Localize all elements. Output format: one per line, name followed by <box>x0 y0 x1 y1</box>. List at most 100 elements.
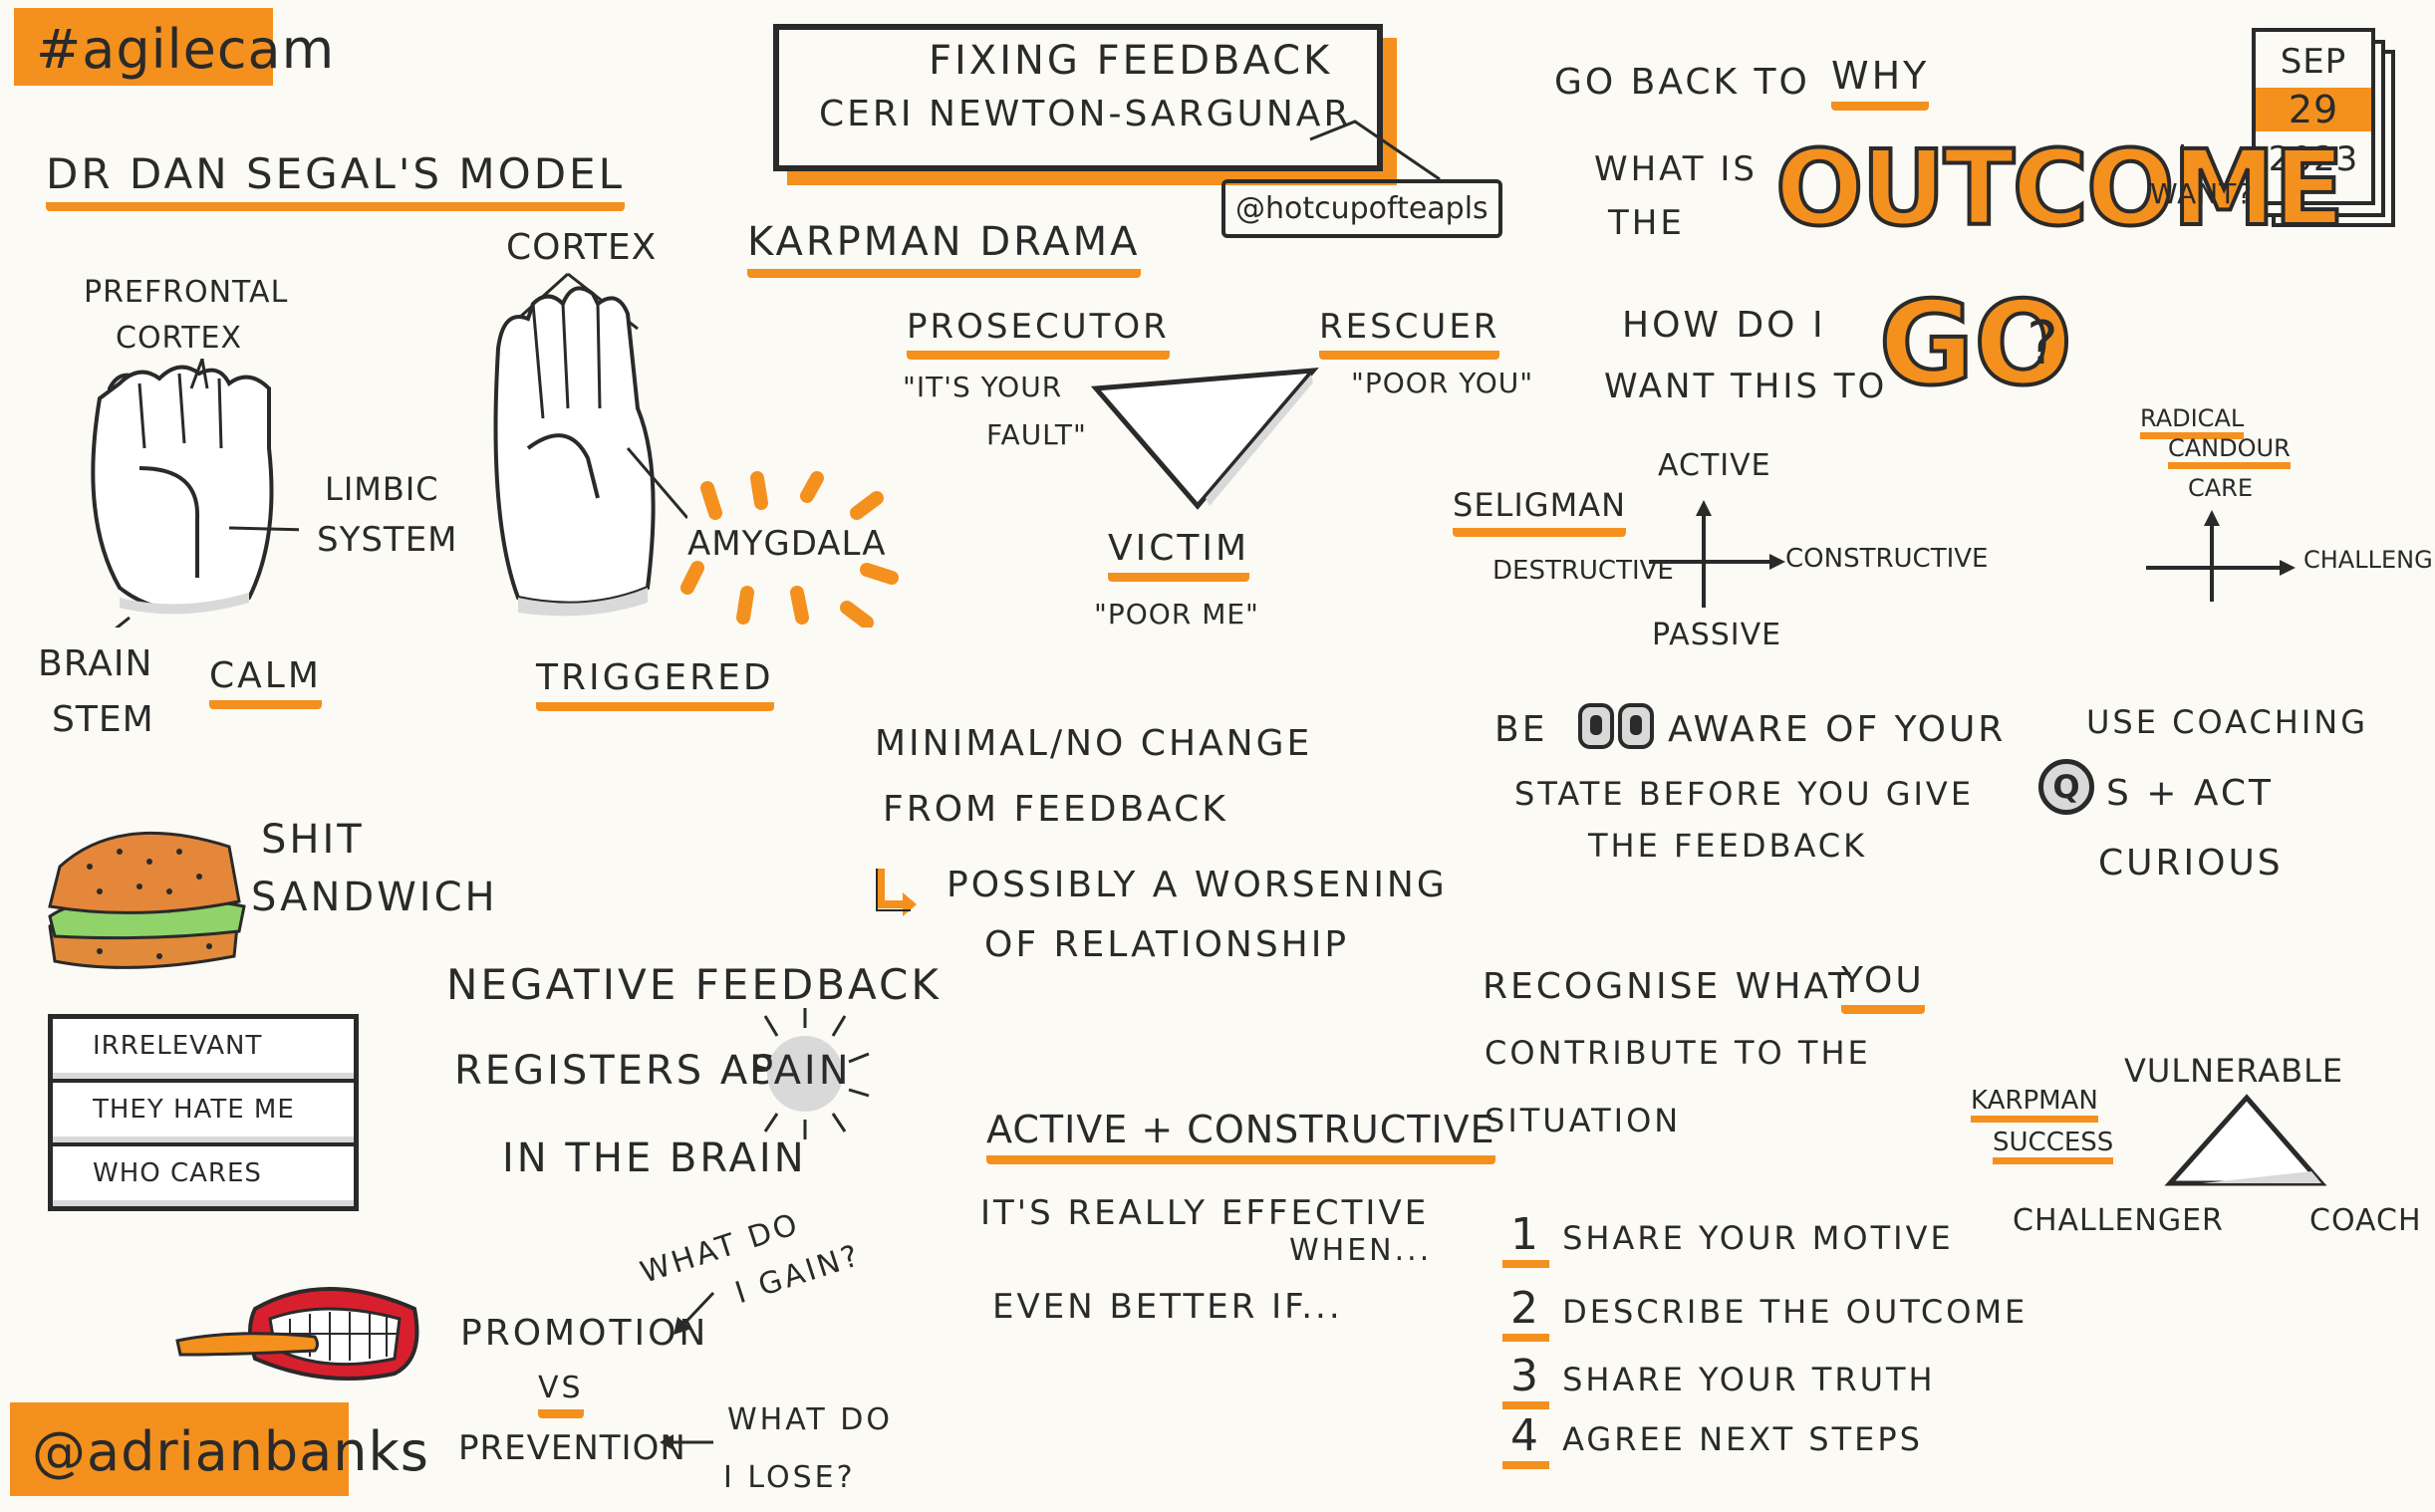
recognise-line-2: CONTRIBUTE TO THE <box>1485 1034 1871 1072</box>
lose-line-1: WHAT DO <box>727 1402 893 1437</box>
step-2: 2 DESCRIBE THE OUTCOME <box>1502 1283 2029 1342</box>
title-box: FIXING FEEDBACK CERI NEWTON-SARGUNAR <box>773 24 1383 171</box>
sandwich-label-1: SHIT <box>261 817 365 863</box>
hashtag-tag: #agilecam <box>14 8 334 86</box>
promotion-text: PROMOTION <box>460 1313 709 1354</box>
ks-coach: COACH <box>2309 1203 2422 1238</box>
list-item: WHO CARES <box>53 1146 354 1206</box>
step-text: SHARE YOUR TRUTH <box>1562 1361 1936 1398</box>
the-text: THE <box>1608 203 1685 243</box>
step-text: AGREE NEXT STEPS <box>1562 1420 1923 1458</box>
radical-challenge: CHALLENGE <box>2303 546 2435 574</box>
cortex-small-label: CORTEX <box>116 321 243 356</box>
list-item: IRRELEVANT <box>53 1019 354 1083</box>
want-this-to-text: WANT THIS TO <box>1604 367 1888 406</box>
step-1: 1 SHARE YOUR MOTIVE <box>1502 1209 1954 1268</box>
list-item: THEY HATE ME <box>53 1083 354 1146</box>
triggered-label: TRIGGERED <box>536 657 774 711</box>
minimal-line-4: OF RELATIONSHIP <box>984 924 1350 965</box>
prevention-text: PREVENTION <box>458 1428 686 1468</box>
hand-fist-icon <box>91 359 299 628</box>
step-4: 4 AGREE NEXT STEPS <box>1502 1410 1923 1469</box>
sandwich-label-2: SANDWICH <box>251 875 498 920</box>
sandwich-icon <box>48 831 246 969</box>
q-letter: Q <box>2052 768 2080 806</box>
step-text: DESCRIBE THE OUTCOME <box>1562 1293 2029 1331</box>
radical-axes <box>2146 510 2296 602</box>
go-qmark: ? <box>2027 309 2061 378</box>
victim-quote: "POOR ME" <box>1094 598 1259 630</box>
cortex-label: CORTEX <box>506 227 658 268</box>
return-arrow-icon <box>876 869 917 916</box>
step-number: 1 <box>1502 1209 1549 1268</box>
hashtag-text: #agilecam <box>36 18 336 81</box>
rescuer-quote: "POOR YOU" <box>1351 367 1534 399</box>
eyes-icon <box>1578 703 1656 751</box>
what-is-text: WHAT IS <box>1594 149 1758 189</box>
ac-line-1: IT'S REALLY EFFECTIVE <box>980 1193 1430 1233</box>
step-text: SHARE YOUR MOTIVE <box>1562 1219 1954 1257</box>
ks-challenger: CHALLENGER <box>2013 1203 2224 1238</box>
outcome-text: OUTCOME <box>1773 126 2346 251</box>
prosecutor-quote-1: "IT'S YOUR <box>903 371 1063 403</box>
radical-heading-2: CANDOUR <box>2168 434 2291 469</box>
author-text: @adrianbanks <box>32 1420 429 1483</box>
system-label: SYSTEM <box>317 520 458 560</box>
list-item-text: THEY HATE ME <box>93 1095 295 1125</box>
brain-label: BRAIN <box>38 643 153 684</box>
step-number: 3 <box>1502 1351 1549 1409</box>
aware-text: AWARE OF YOUR <box>1668 709 2007 750</box>
recognise-line-3: SITUATION <box>1485 1102 1682 1139</box>
negative-line-2: REGISTERS AS <box>454 1048 779 1094</box>
calendar-month: SEP <box>2280 42 2347 82</box>
ks-heading-1: KARPMAN <box>1971 1086 2098 1123</box>
step-number: 4 <box>1502 1410 1549 1469</box>
list-item-text: WHO CARES <box>93 1158 262 1188</box>
limbic-label: LIMBIC <box>325 470 439 508</box>
seligman-axes <box>1649 500 1785 608</box>
negative-line-1: NEGATIVE FEEDBACK <box>446 960 942 1009</box>
prefrontal-label: PREFRONTAL <box>84 275 289 310</box>
seligman-active: ACTIVE <box>1658 448 1771 483</box>
calm-label: CALM <box>209 655 322 709</box>
lose-arrow <box>660 1434 713 1450</box>
reactions-list: IRRELEVANT THEY HATE ME WHO CARES <box>48 1014 359 1211</box>
prosecutor-label: PROSECUTOR <box>907 307 1170 360</box>
vs-text: VS <box>538 1371 584 1418</box>
karpman-triangle <box>1090 368 1319 510</box>
author-tag: @adrianbanks <box>10 1402 428 1496</box>
coaching-line-3: CURIOUS <box>2098 843 2284 883</box>
aware-line-2: STATE BEFORE YOU GIVE <box>1514 775 1975 813</box>
step-number: 2 <box>1502 1283 1549 1342</box>
speaker-handle: @hotcupofteapls <box>1221 179 1502 238</box>
list-item-text: IRRELEVANT <box>93 1031 263 1061</box>
step-3: 3 SHARE YOUR TRUTH <box>1502 1351 1936 1409</box>
siegel-heading: DR DAN SEGAL'S MODEL <box>46 149 625 211</box>
seligman-constructive: CONSTRUCTIVE <box>1785 544 1989 574</box>
aware-line-3: THE FEEDBACK <box>1588 827 1868 865</box>
rescuer-label: RESCUER <box>1319 307 1500 360</box>
minimal-line-3: POSSIBLY A WORSENING <box>947 865 1448 905</box>
pain-text: PAIN <box>749 1048 852 1094</box>
karpman-heading: KARPMAN DRAMA <box>747 219 1141 278</box>
ks-heading-2: SUCCESS <box>1993 1128 2114 1164</box>
calendar-day: 29 <box>2256 88 2371 131</box>
negative-line-3: IN THE BRAIN <box>502 1135 807 1181</box>
why-text: WHY <box>1831 54 1930 111</box>
ac-line-1b: WHEN... <box>1289 1233 1433 1268</box>
how-do-i-text: HOW DO I <box>1622 305 1826 346</box>
seligman-passive: PASSIVE <box>1652 618 1782 652</box>
amygdala-label: AMYGDALA <box>687 524 887 564</box>
victim-label: VICTIM <box>1108 528 1250 582</box>
recognise-you: YOU <box>1841 960 1925 1014</box>
ks-vulnerable: VULNERABLE <box>2124 1052 2344 1090</box>
lose-line-2: I LOSE? <box>723 1460 856 1495</box>
minimal-line-2: FROM FEEDBACK <box>883 789 1228 830</box>
karpman-success-triangle <box>2164 1094 2327 1186</box>
want-text: WANT? <box>2150 177 2254 210</box>
prosecutor-quote-2: FAULT" <box>986 418 1087 451</box>
mouth-icon <box>175 1287 419 1381</box>
stem-label: STEM <box>52 699 154 740</box>
seligman-heading: SELIGMAN <box>1453 486 1627 537</box>
minimal-line-1: MINIMAL/NO CHANGE <box>875 723 1313 764</box>
